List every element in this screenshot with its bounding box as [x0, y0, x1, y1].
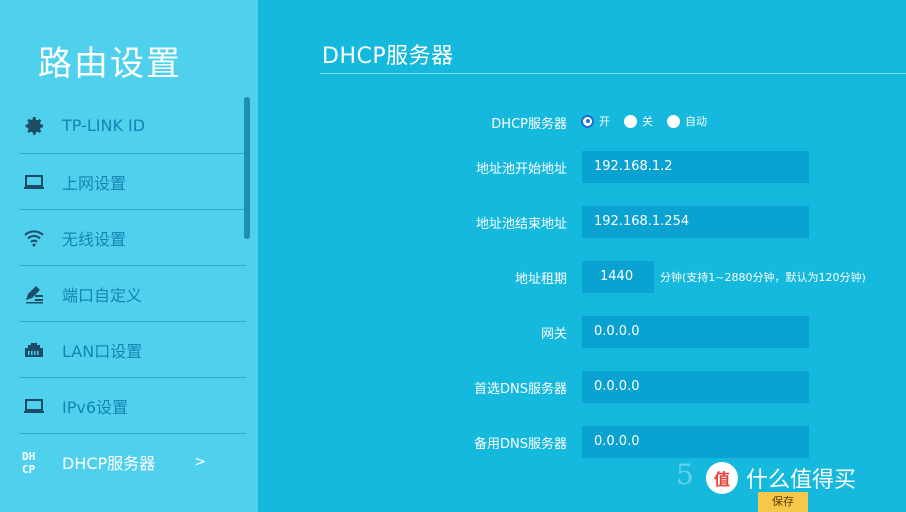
sidebar-title: 路由设置 — [38, 44, 182, 84]
pool-end-label: 地址池结束地址 — [475, 217, 567, 232]
sidebar-item-ipv6[interactable]: IPv6设置 — [20, 378, 246, 434]
secondary-dns-label: 备用DNS服务器 — [474, 437, 567, 452]
pool-start-label: 地址池开始地址 — [475, 162, 567, 177]
primary-dns-label: 首选DNS服务器 — [474, 382, 567, 397]
pool-start-input[interactable]: 192.168.1.2 — [582, 151, 809, 183]
sidebar-item-dhcp[interactable]: DH CP DHCP服务器 > — [20, 434, 246, 490]
sidebar: 路由设置 TP-LINK ID 上网设置 无线设置 端口自定义 LAN口设置 I… — [0, 0, 258, 512]
sidebar-item-label: IPv6设置 — [62, 397, 129, 417]
sidebar-item-internet[interactable]: 上网设置 — [20, 154, 246, 210]
radio-label-off: 关 — [642, 115, 653, 128]
radio-auto[interactable]: 自动 — [667, 113, 707, 129]
sidebar-item-label: LAN口设置 — [62, 341, 143, 361]
wifi-icon — [20, 224, 48, 252]
watermark-number: 5 — [676, 458, 694, 491]
save-button[interactable]: 保存 — [758, 492, 808, 512]
gateway-label: 网关 — [540, 327, 567, 342]
laptop-icon — [20, 392, 48, 420]
radio-unselected-icon — [624, 114, 637, 128]
sidebar-item-wireless[interactable]: 无线设置 — [20, 210, 246, 266]
pen-list-icon — [20, 280, 48, 308]
sidebar-item-port-custom[interactable]: 端口自定义 — [20, 266, 246, 322]
watermark: 5 值 什么值得买 — [676, 458, 857, 494]
sidebar-item-tplink-id[interactable]: TP-LINK ID — [20, 98, 246, 154]
radio-on[interactable]: 开 — [581, 113, 610, 129]
chevron-right-icon: > — [194, 454, 206, 470]
gateway-input[interactable]: 0.0.0.0 — [582, 316, 809, 348]
main-panel: DHCP服务器 DHCP服务器 开 关 自动 地址池开始地址 192.168.1… — [258, 0, 906, 512]
secondary-dns-input[interactable]: 0.0.0.0 — [582, 426, 809, 458]
lan-port-icon — [20, 336, 48, 364]
sidebar-item-lan[interactable]: LAN口设置 — [20, 322, 246, 378]
dhcp-mode-radio-group: 开 关 自动 — [581, 113, 721, 129]
radio-label-on: 开 — [599, 115, 610, 128]
sidebar-item-label: 端口自定义 — [62, 285, 143, 305]
dhcp-server-label: DHCP服务器 — [491, 117, 567, 132]
page-title: DHCP服务器 — [322, 44, 454, 69]
smzdm-logo-icon: 值 — [706, 462, 738, 494]
sidebar-scrollbar[interactable] — [244, 97, 250, 239]
radio-unselected-icon — [667, 114, 680, 128]
watermark-text: 什么值得买 — [746, 468, 857, 493]
radio-off[interactable]: 关 — [624, 113, 653, 129]
title-divider — [320, 73, 906, 74]
radio-selected-icon — [581, 114, 594, 128]
svg-text:DH: DH — [22, 450, 35, 463]
sidebar-item-label: DHCP服务器 — [62, 454, 156, 473]
pool-end-input[interactable]: 192.168.1.254 — [582, 206, 809, 238]
radio-label-auto: 自动 — [685, 115, 707, 128]
primary-dns-input[interactable]: 0.0.0.0 — [582, 371, 809, 403]
dhcp-icon: DH CP — [20, 448, 48, 476]
sidebar-item-label: 上网设置 — [62, 173, 127, 193]
svg-text:CP: CP — [22, 463, 36, 475]
sidebar-item-label: TP-LINK ID — [62, 116, 146, 135]
gear-icon — [20, 112, 48, 140]
lease-time-hint: 分钟(支持1~2880分钟，默认为120分钟) — [660, 271, 866, 284]
sidebar-item-label: 无线设置 — [62, 229, 127, 249]
lease-time-label: 地址租期 — [514, 272, 567, 287]
laptop-icon — [20, 168, 48, 196]
lease-time-input[interactable]: 1440 — [582, 261, 654, 293]
